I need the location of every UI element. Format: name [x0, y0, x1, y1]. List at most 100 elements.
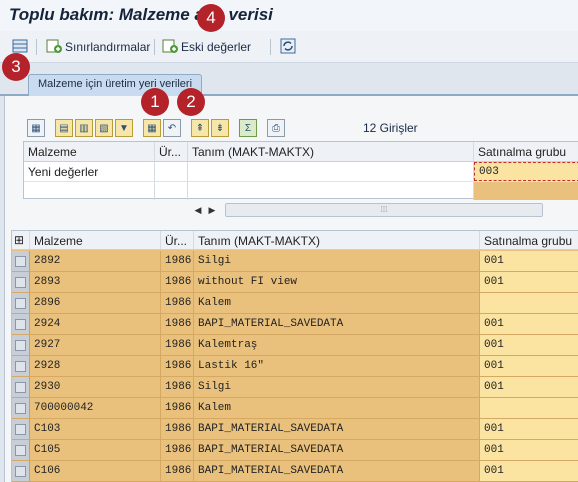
cell-material: 2893 [30, 272, 161, 292]
refresh-button[interactable] [280, 37, 296, 57]
table-row[interactable]: 700000042 1986 Kalem [12, 398, 578, 419]
row-selector-icon [15, 277, 26, 288]
new-values-description[interactable] [188, 162, 474, 181]
column-header-purchasing-group[interactable]: Satınalma grubu [480, 231, 578, 249]
cell-purchasing-group[interactable]: 001 [480, 335, 578, 355]
column-header-description[interactable]: Tanım (MAKT-MAKTX) [194, 231, 480, 249]
table-row[interactable]: 2892 1986 Silgi 001 [12, 251, 578, 272]
row-selector[interactable] [12, 356, 30, 376]
row-selector-icon [15, 298, 26, 309]
restrictions-label: Sınırlandırmalar [65, 40, 151, 54]
column-header-plant[interactable]: Ür... [161, 231, 194, 249]
cell-purchasing-group[interactable]: 001 [480, 251, 578, 271]
cell-material: C106 [30, 461, 161, 481]
cell-description: Kalem [194, 293, 480, 313]
table-row[interactable]: 2930 1986 Silgi 001 [12, 377, 578, 398]
sort-ascending-icon[interactable]: ⇞ [191, 119, 209, 137]
row-selector[interactable] [12, 251, 30, 271]
callout-badge-4: 4 [197, 4, 225, 32]
cell-purchasing-group[interactable]: 001 [480, 461, 578, 481]
cell-plant: 1986 [161, 356, 194, 376]
print-icon[interactable]: ⎙ [267, 119, 285, 137]
new-values-empty-row [24, 182, 578, 200]
cell-material: 700000042 [30, 398, 161, 418]
main-panel: ▦ ▤ ▥ ▧ ▼ ▦ ↶ ⇞ ⇟ Σ ⎙ 12 Girişler Malzem… [4, 96, 578, 482]
deselect-all-icon[interactable]: ▥ [75, 119, 93, 137]
new-values-plant [155, 162, 188, 181]
row-selector-icon [15, 361, 26, 372]
table-row[interactable]: C105 1986 BAPI_MATERIAL_SAVEDATA 001 [12, 440, 578, 461]
new-values-table: Malzeme Ür... Tanım (MAKT-MAKTX) Satınal… [23, 141, 578, 200]
row-selector[interactable] [12, 314, 30, 334]
row-selector[interactable] [12, 293, 30, 313]
grid-toolbar: ▦ ▤ ▥ ▧ ▼ ▦ ↶ ⇞ ⇟ Σ ⎙ [27, 118, 287, 138]
scroll-left-icon[interactable]: ◀ [191, 203, 205, 217]
cell-description: BAPI_MATERIAL_SAVEDATA [194, 419, 480, 439]
row-selector[interactable] [12, 335, 30, 355]
cell-material: C105 [30, 440, 161, 460]
table-row[interactable]: C103 1986 BAPI_MATERIAL_SAVEDATA 001 [12, 419, 578, 440]
old-values-label: Eski değerler [181, 40, 252, 54]
table-row[interactable]: 2924 1986 BAPI_MATERIAL_SAVEDATA 001 [12, 314, 578, 335]
row-selector[interactable] [12, 398, 30, 418]
restrictions-button[interactable]: Sınırlandırmalar [46, 37, 150, 57]
row-selector-icon [15, 466, 26, 477]
column-header-material[interactable]: Malzeme [24, 142, 155, 161]
column-header-description[interactable]: Tanım (MAKT-MAKTX) [188, 142, 474, 161]
select-all-icon[interactable]: ▤ [55, 119, 73, 137]
scroll-right-icon[interactable]: ▶ [205, 203, 219, 217]
cell-material: 2924 [30, 314, 161, 334]
row-selector-icon [15, 445, 26, 456]
table-row[interactable]: C106 1986 BAPI_MATERIAL_SAVEDATA 001 [12, 461, 578, 482]
scroll-track[interactable]: ⁞⁞⁞ [225, 203, 543, 217]
row-selector[interactable] [12, 461, 30, 481]
cell-purchasing-group[interactable]: 001 [480, 419, 578, 439]
select-block-icon[interactable]: ▧ [95, 119, 113, 137]
row-selector[interactable] [12, 272, 30, 292]
select-all-rows-icon[interactable]: ⊞ [12, 231, 30, 249]
row-selector[interactable] [12, 377, 30, 397]
cell-plant: 1986 [161, 377, 194, 397]
new-purchasing-group-input[interactable]: 003 [474, 162, 578, 181]
cell-plant: 1986 [161, 440, 194, 460]
cell-material: 2896 [30, 293, 161, 313]
column-header-material[interactable]: Malzeme [30, 231, 161, 249]
table-row[interactable]: 2893 1986 without FI view 001 [12, 272, 578, 293]
cell-purchasing-group[interactable] [480, 293, 578, 313]
column-header-purchasing-group[interactable]: Satınalma grubu [474, 142, 578, 161]
cell-material: C103 [30, 419, 161, 439]
cell-purchasing-group[interactable]: 001 [480, 356, 578, 376]
cell-plant: 1986 [161, 314, 194, 334]
filter-icon[interactable]: ▼ [115, 119, 133, 137]
cell-purchasing-group[interactable]: 001 [480, 377, 578, 397]
records-header: ⊞ Malzeme Ür... Tanım (MAKT-MAKTX) Satın… [12, 231, 578, 250]
cell-description: Lastik 16" [194, 356, 480, 376]
application-toolbar: Sınırlandırmalar Eski değerler [0, 31, 578, 63]
undo-icon[interactable]: ↶ [163, 119, 181, 137]
table-row[interactable]: 2896 1986 Kalem [12, 293, 578, 314]
cell-plant: 1986 [161, 272, 194, 292]
sum-icon[interactable]: Σ [239, 119, 257, 137]
cell-purchasing-group[interactable]: 001 [480, 314, 578, 334]
cell-plant: 1986 [161, 419, 194, 439]
cell-purchasing-group[interactable]: 001 [480, 440, 578, 460]
sort-descending-icon[interactable]: ⇟ [211, 119, 229, 137]
records-table: ⊞ Malzeme Ür... Tanım (MAKT-MAKTX) Satın… [11, 230, 578, 482]
new-values-row: Yeni değerler 003 [24, 162, 578, 182]
details-icon[interactable]: ▦ [27, 119, 45, 137]
tab-plant-data[interactable]: Malzeme için üretim yeri verileri [28, 74, 203, 96]
new-values-label: Yeni değerler [24, 162, 155, 181]
add-icon [162, 38, 178, 57]
cell-purchasing-group[interactable]: 001 [480, 272, 578, 292]
column-header-plant[interactable]: Ür... [155, 142, 188, 161]
cell-purchasing-group[interactable] [480, 398, 578, 418]
row-selector[interactable] [12, 419, 30, 439]
carry-out-mass-change-icon[interactable]: ▦ [143, 119, 161, 137]
horizontal-scrollbar[interactable]: ◀ ▶ ⁞⁞⁞ [191, 202, 578, 218]
cell-description: without FI view [194, 272, 480, 292]
old-values-button[interactable]: Eski değerler [162, 37, 251, 57]
row-selector-icon [15, 319, 26, 330]
table-row[interactable]: 2927 1986 Kalemtraş 001 [12, 335, 578, 356]
row-selector[interactable] [12, 440, 30, 460]
table-row[interactable]: 2928 1986 Lastik 16" 001 [12, 356, 578, 377]
